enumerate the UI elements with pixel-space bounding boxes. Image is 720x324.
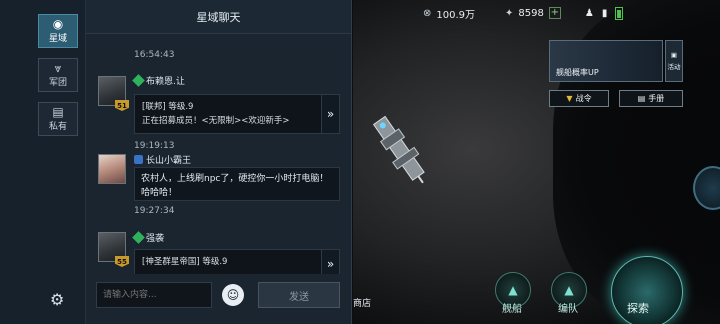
credits-resource[interactable]: ⊗ 100.9万 [423, 6, 475, 21]
gear-icon[interactable]: ⚙ [50, 290, 64, 309]
card-title: [联邦] 等级.9 [142, 102, 194, 112]
manual-label: 手册 [648, 94, 665, 103]
double-chevron-right-icon[interactable]: » [321, 250, 339, 274]
private-chat-icon: ▤ [52, 105, 64, 119]
rank-diamond-icon [132, 74, 145, 87]
avatar[interactable] [98, 154, 126, 184]
chat-title: 星域聊天 [86, 0, 351, 34]
manual-icon: ▤ [637, 94, 646, 103]
battery-icon [615, 6, 624, 20]
signal-icon: ▮ [601, 7, 608, 19]
player-ship[interactable] [369, 110, 431, 190]
rank-shield-icon [134, 155, 143, 164]
double-chevron-right-icon[interactable]: » [321, 95, 339, 133]
resource-bar: ⊗ 100.9万 ✦ 8598 + ♟ ▮ [423, 4, 720, 22]
promo-label: 舰船概率UP [556, 68, 599, 77]
message-timestamp: 19:19:13 [134, 141, 175, 151]
sender-name[interactable]: 布赖恩.让 [132, 74, 185, 87]
emoji-icon[interactable]: ☺ [222, 284, 244, 306]
level-badge: 55 [115, 256, 129, 267]
ships-nav-label: 舰船 [502, 304, 522, 315]
add-fuel-icon[interactable]: + [548, 7, 561, 19]
battle-order-icon: ▼ [566, 94, 573, 103]
rail-tab-legion[interactable]: ⩔ 军团 [38, 58, 78, 92]
ship-rate-up-banner[interactable]: 舰船概率UP [549, 40, 663, 82]
fleet-nav-icon: ▲ [564, 283, 574, 297]
avatar[interactable]: 55 [98, 232, 129, 267]
avatar[interactable]: 51 [98, 76, 129, 111]
fuel-icon: ✦ [505, 7, 514, 19]
message-timestamp: 16:54:43 [134, 50, 175, 60]
manual-button[interactable]: ▤ 手册 [619, 90, 683, 107]
card-title: [神圣群星帝国] 等级.9 [142, 257, 228, 267]
sender-name-text: 强袭 [146, 234, 165, 244]
recruit-card[interactable]: [神圣群星帝国] 等级.9 » [134, 249, 340, 274]
fuel-resource[interactable]: ✦ 8598 + [505, 7, 561, 19]
rank-diamond-icon [132, 231, 145, 244]
sender-name-text: 长山小霸王 [146, 156, 192, 166]
sender-name[interactable]: 强袭 [132, 231, 165, 244]
card-text: 正在招募成员！<无限制><欢迎新手> [142, 116, 290, 126]
chat-panel: 星域聊天 16:54:43 51 布赖恩.让 [联邦] 等级.9 正在招募成员！… [86, 0, 352, 324]
rail-tab-label: 军团 [48, 78, 67, 88]
ship-nav-icon: ▲ [508, 283, 518, 297]
sender-name[interactable]: 长山小霸王 [134, 153, 191, 166]
chat-input[interactable] [96, 282, 212, 308]
fuel-value: 8598 [518, 7, 544, 19]
game-viewport[interactable]: ⊗ 100.9万 ✦ 8598 + ♟ ▮ 舰船概率UP ▣ 活动 ▼ 战令 ▤… [353, 0, 720, 324]
credits-value: 100.9万 [436, 9, 476, 21]
rail-tab-private[interactable]: ▤ 私有 [38, 102, 78, 136]
battle-order-label: 战令 [575, 94, 592, 103]
rail-tab-label: 私有 [48, 122, 67, 132]
credits-icon: ⊗ [423, 7, 432, 19]
legion-wings-icon: ⩔ [54, 61, 62, 75]
message-list[interactable]: 16:54:43 51 布赖恩.让 [联邦] 等级.9 正在招募成员！<无限制>… [86, 34, 351, 274]
activity-button[interactable]: ▣ 活动 [665, 40, 683, 82]
message-timestamp: 19:27:34 [134, 206, 175, 216]
activity-icon: ▣ [670, 51, 678, 59]
rail-tab-star-domain[interactable]: ◉ 星域 [38, 14, 78, 48]
store-label[interactable]: 商店 [353, 296, 371, 309]
chat-input-row: ☺ 发送 [86, 282, 351, 312]
activity-label: 活动 [667, 63, 681, 71]
recruit-card[interactable]: [联邦] 等级.9 正在招募成员！<无限制><欢迎新手> » [134, 94, 340, 134]
explore-label: 探索 [627, 302, 649, 315]
message-bubble: 农村人，上线刷npc了，硬控你一小时打电脑！哈哈哈！ [134, 167, 340, 201]
fleet-nav-label: 编队 [558, 304, 578, 315]
send-button[interactable]: 发送 [258, 282, 340, 308]
battle-order-button[interactable]: ▼ 战令 [549, 90, 609, 107]
globe-icon: ◉ [52, 17, 64, 31]
left-rail: ◉ 星域 ⩔ 军团 ▤ 私有 ⚙ [0, 0, 86, 324]
rail-tab-label: 星域 [48, 34, 67, 44]
level-badge: 51 [115, 100, 129, 111]
sender-name-text: 布赖恩.让 [146, 77, 185, 87]
profile-icon[interactable]: ♟ [585, 8, 594, 19]
